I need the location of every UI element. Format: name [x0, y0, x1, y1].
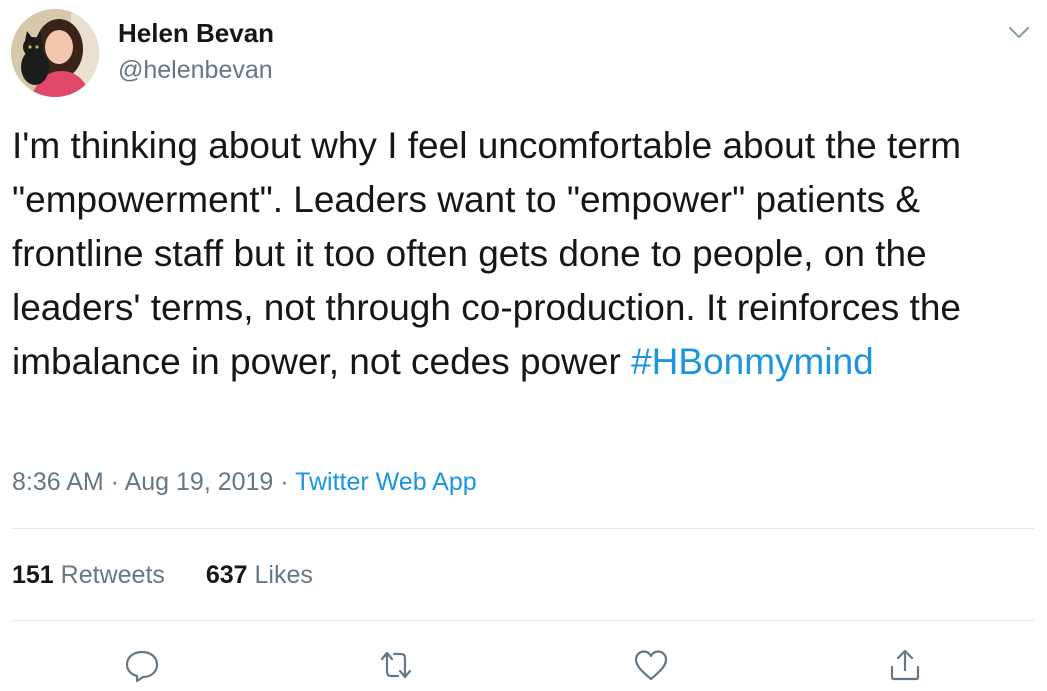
avatar-image — [11, 9, 99, 97]
retweets-stat[interactable]: 151 Retweets — [12, 561, 165, 590]
share-icon[interactable] — [885, 645, 925, 685]
tweet-time[interactable]: 8:36 AM — [12, 468, 104, 496]
avatar[interactable] — [11, 9, 99, 97]
meta-separator: · — [103, 468, 125, 496]
tweet-text: I'm thinking about why I feel uncomforta… — [12, 119, 1032, 389]
reply-icon[interactable] — [122, 645, 162, 685]
divider — [12, 620, 1034, 621]
tweet-source-link[interactable]: Twitter Web App — [295, 468, 477, 496]
retweets-count: 151 — [12, 561, 54, 589]
likes-stat[interactable]: 637 Likes — [206, 561, 313, 590]
tweet-stats: 151 Retweets 637 Likes — [12, 561, 347, 590]
user-handle[interactable]: @helenbevan — [118, 56, 273, 85]
tweet-date[interactable]: Aug 19, 2019 — [125, 468, 274, 496]
tweet-card: Helen Bevan @helenbevan I'm thinking abo… — [0, 0, 1047, 691]
hashtag-link[interactable]: #HBonmymind — [631, 341, 874, 382]
retweets-label: Retweets — [60, 561, 165, 589]
user-display-name[interactable]: Helen Bevan — [118, 18, 274, 49]
likes-label: Likes — [254, 561, 313, 589]
heart-icon[interactable] — [631, 645, 671, 685]
retweet-icon[interactable] — [376, 645, 416, 685]
chevron-down-icon[interactable] — [1004, 18, 1034, 48]
likes-count: 637 — [205, 561, 248, 589]
divider — [12, 528, 1034, 529]
tweet-metadata: 8:36 AM · Aug 19, 2019 · Twitter Web App — [12, 468, 477, 497]
meta-separator: · — [273, 468, 296, 496]
